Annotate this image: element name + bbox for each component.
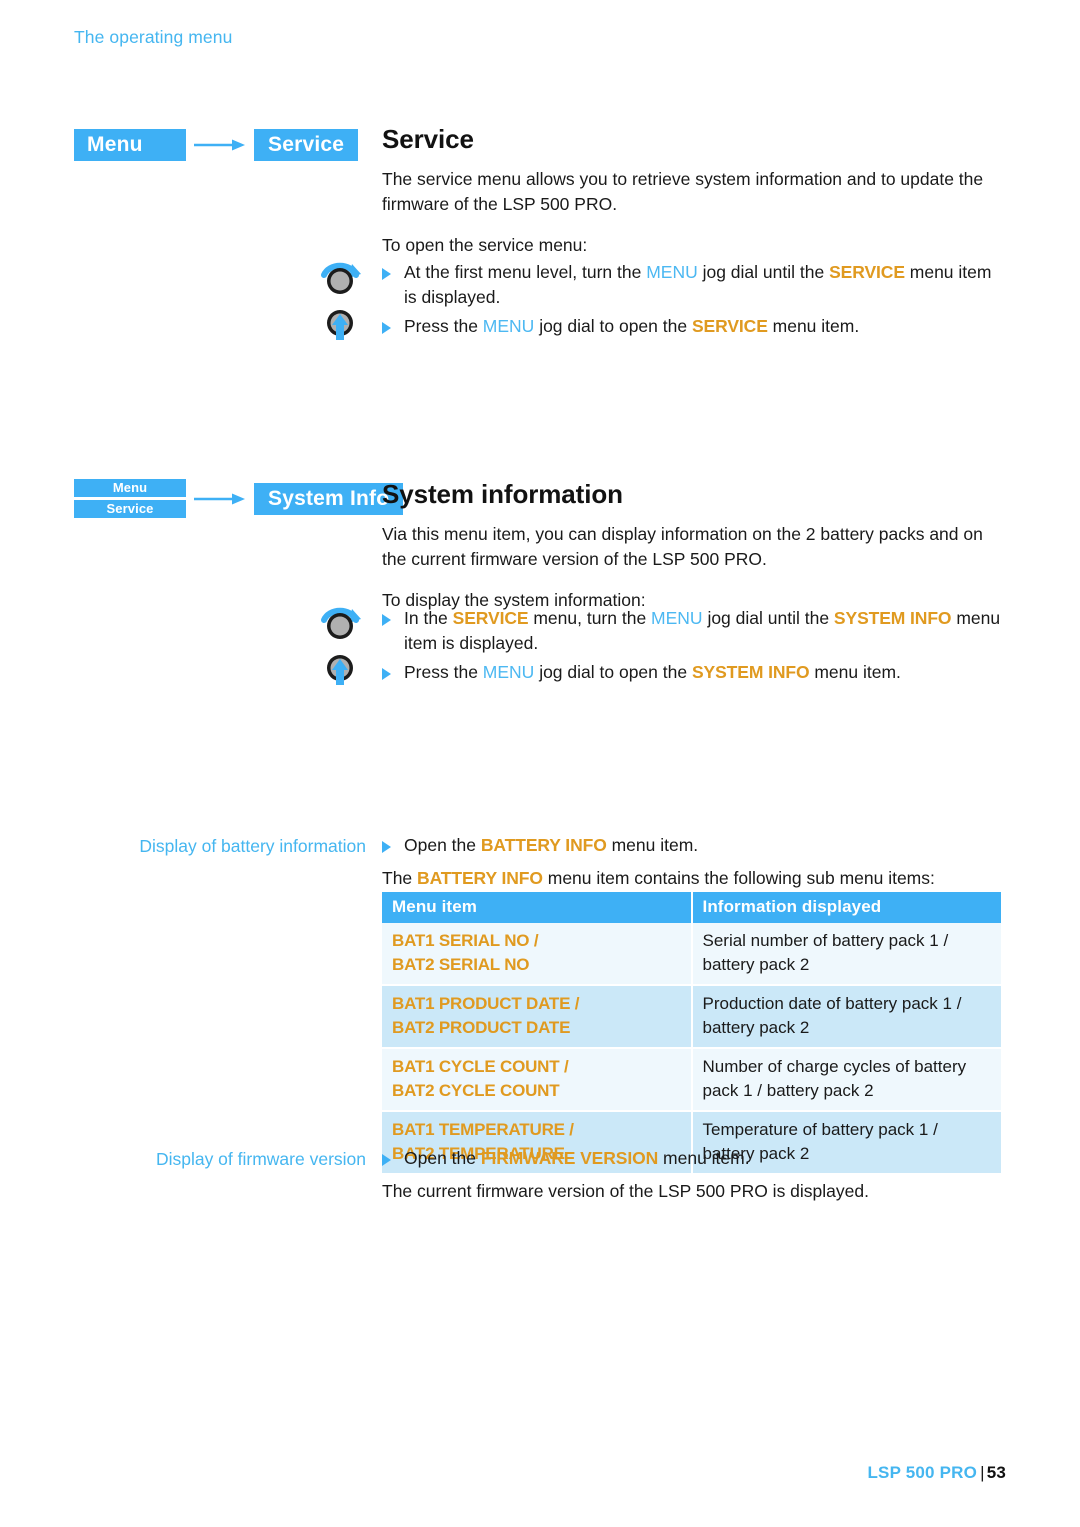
menu-item-line-2: BAT2 SERIAL NO [392,955,530,974]
menu-item-line-1: BAT1 TEMPERATURE / [392,1120,574,1139]
step-text: Press the MENU jog dial to open the SERV… [404,316,860,336]
footer-separator: | [980,1463,985,1482]
step-text: Open the FIRMWARE VERSION menu item. [404,1148,750,1168]
firmware-version-follow-up: The current firmware version of the LSP … [382,1181,869,1201]
menu-token: MENU [482,662,535,682]
menu-item-token: SYSTEM INFO [833,608,952,628]
bullet-triangle-icon [382,322,391,334]
table-body: BAT1 SERIAL NO / BAT2 SERIAL NO Serial n… [382,923,1001,1175]
cell-information: Number of charge cycles of battery pack … [691,1048,1001,1112]
breadcrumb-box-service[interactable]: Service [254,129,359,161]
menu-item-token: BATTERY INFO [480,835,607,855]
cell-menu-item: BAT1 SERIAL NO / BAT2 SERIAL NO [382,923,693,986]
battery-info-table-wrap: Menu item Information displayed BAT1 SER… [382,892,1001,1175]
service-steps: At the first menu level, turn the MENU j… [382,260,1006,339]
menu-token: MENU [651,608,703,628]
menu-item-token: SERVICE [829,262,905,282]
service-intro: The service menu allows you to retrieve … [382,169,984,214]
step-text: Open the BATTERY INFO menu item. [404,835,699,855]
list-item: Open the BATTERY INFO menu item. [382,833,1006,858]
menu-item-token: SERVICE [452,608,529,628]
column-header-menu-item: Menu item [382,892,693,923]
sidenote-battery-information: Display of battery information [139,836,366,856]
battery-info-table: Menu item Information displayed BAT1 SER… [382,892,1001,1175]
step-text: Press the MENU jog dial to open the SYST… [404,662,901,682]
system-information-intro: Via this menu item, you can display info… [382,524,983,569]
service-lead-in: To open the service menu: [382,235,588,255]
arrow-right-icon [194,139,245,151]
list-item: Press the MENU jog dial to open the SYST… [382,660,1006,685]
battery-information-follow-up: The BATTERY INFO menu item contains the … [382,868,935,888]
system-information-section: System information [382,479,1006,510]
menu-token: MENU [482,316,535,336]
jog-dial-turn-icon [321,262,361,294]
page-footer: LSP 500 PRO | 53 [867,1463,1006,1483]
menu-item-token: BATTERY INFO [417,868,543,888]
breadcrumb-service: Menu Service [74,129,359,161]
list-item: Press the MENU jog dial to open the SERV… [382,314,1006,339]
breadcrumb-box-system-info[interactable]: System Info [254,482,404,515]
menu-item-token: FIRMWARE VERSION [480,1148,659,1168]
list-item: Open the FIRMWARE VERSION menu item. [382,1146,1006,1171]
jog-dial-turn-icon [321,607,361,639]
firmware-version-steps: Open the FIRMWARE VERSION menu item. [382,1146,1006,1171]
menu-item-token: SYSTEM INFO [691,662,810,682]
breadcrumb-stack: Menu Service [74,479,186,518]
breadcrumb-box-service[interactable]: Service [74,500,186,518]
bullet-triangle-icon [382,668,391,680]
list-item: In the SERVICE menu, turn the MENU jog d… [382,606,1006,656]
table-row: BAT1 CYCLE COUNT / BAT2 CYCLE COUNT Numb… [382,1048,1001,1112]
menu-item-line-2: BAT2 PRODUCT DATE [392,1018,571,1037]
footer-page-number: 53 [986,1463,1006,1482]
bullet-triangle-icon [382,841,391,853]
page-title-service: Service [382,124,474,154]
bullet-triangle-icon [382,614,391,626]
running-header: The operating menu [74,27,233,47]
sidenote-firmware-version: Display of firmware version [155,1149,366,1169]
arrow-right-icon [194,493,245,504]
jog-dial-press-icon [327,655,353,685]
jog-dial-press-icon [327,310,353,340]
battery-information-steps: Open the BATTERY INFO menu item. [382,833,1006,858]
table-header-row: Menu item Information displayed [382,892,1001,923]
menu-item-line-1: BAT1 CYCLE COUNT / [392,1057,569,1076]
breadcrumb-system-info: Menu Service System Info [74,479,404,518]
page-title-system-information: System information [382,479,623,509]
bullet-triangle-icon [382,1154,391,1166]
step-text: In the SERVICE menu, turn the MENU jog d… [404,608,1001,653]
menu-item-token: SERVICE [691,316,768,336]
cell-menu-item: BAT1 CYCLE COUNT / BAT2 CYCLE COUNT [382,1048,693,1112]
table-row: BAT1 PRODUCT DATE / BAT2 PRODUCT DATE Pr… [382,985,1001,1049]
menu-token: MENU [646,262,698,282]
column-header-information-displayed: Information displayed [691,892,1001,923]
footer-product-name: LSP 500 PRO [867,1463,978,1482]
menu-item-line-1: BAT1 PRODUCT DATE / [392,994,580,1013]
menu-item-line-2: BAT2 CYCLE COUNT [392,1081,560,1100]
menu-item-line-1: BAT1 SERIAL NO / [392,931,539,950]
cell-menu-item: BAT1 PRODUCT DATE / BAT2 PRODUCT DATE [382,985,693,1049]
system-information-steps: In the SERVICE menu, turn the MENU jog d… [382,606,1006,685]
service-section: Service [382,124,1006,155]
breadcrumb-box-menu[interactable]: Menu [74,479,186,497]
breadcrumb-box-menu[interactable]: Menu [74,129,186,161]
step-text: At the first menu level, turn the MENU j… [404,262,992,307]
bullet-triangle-icon [382,268,391,280]
cell-information: Production date of battery pack 1 / batt… [691,985,1001,1049]
list-item: At the first menu level, turn the MENU j… [382,260,1006,310]
table-row: BAT1 SERIAL NO / BAT2 SERIAL NO Serial n… [382,923,1001,986]
document-page: The operating menu Menu Service Service … [0,0,1080,1527]
cell-information: Serial number of battery pack 1 / batter… [691,923,1001,986]
